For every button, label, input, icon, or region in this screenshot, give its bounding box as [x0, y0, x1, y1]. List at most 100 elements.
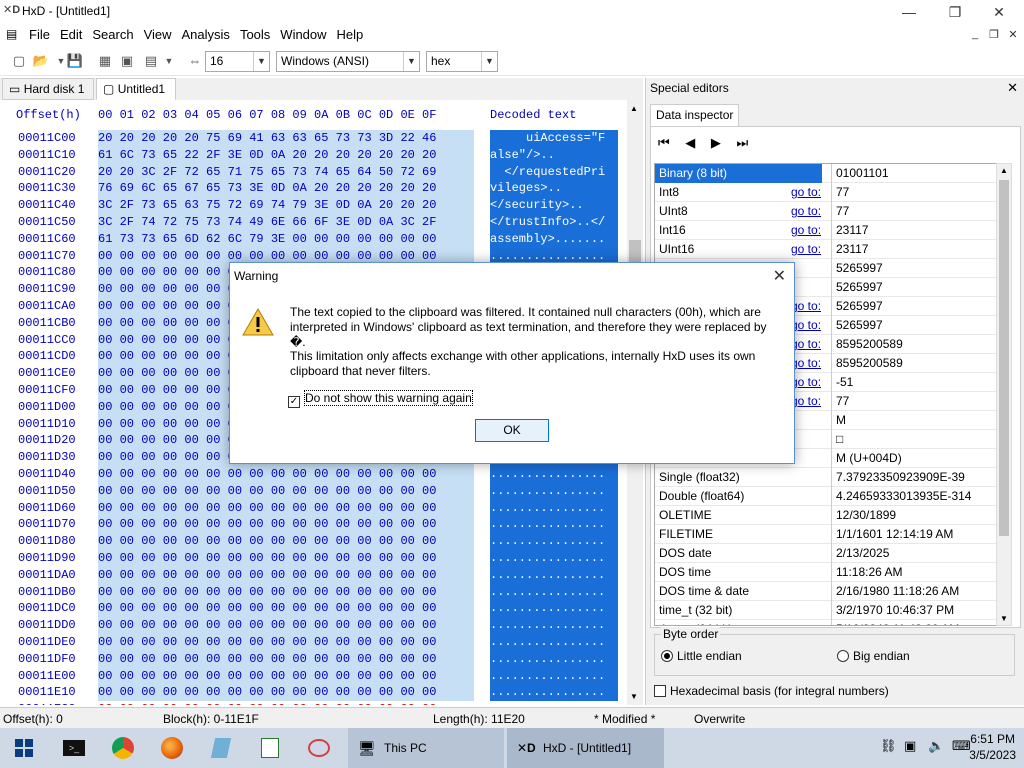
hex-row[interactable]: 00 00 00 00 00 00 00 00 00 00 00 00 00 0… — [98, 533, 436, 550]
decoded-row[interactable]: vileges>.. — [490, 180, 605, 197]
properties-icon[interactable]: ▣ — [118, 52, 136, 70]
inspector-value[interactable]: □ — [831, 430, 843, 449]
windows-start-icon[interactable] — [0, 728, 48, 768]
scroll-down-icon[interactable]: ▼ — [1000, 614, 1008, 623]
mdi-close-icon[interactable]: ✕ — [1004, 28, 1022, 41]
menu-search[interactable]: Search — [87, 24, 138, 45]
scroll-up-icon[interactable]: ▲ — [630, 104, 638, 113]
inspector-value[interactable]: 8595200589 — [831, 335, 903, 354]
menu-view[interactable]: View — [139, 24, 177, 45]
inspector-value[interactable]: 8595200589 — [831, 354, 903, 373]
export-dropdown-icon[interactable]: ▼ — [160, 52, 178, 70]
close-button[interactable]: ✕ — [976, 0, 1022, 24]
inspector-value[interactable]: 12/30/1899 — [831, 506, 896, 525]
menu-window[interactable]: Window — [275, 24, 331, 45]
hex-row[interactable]: 00 00 00 00 00 00 00 00 00 00 00 00 00 0… — [98, 701, 436, 705]
inspector-value[interactable]: 23117 — [831, 221, 868, 240]
goto-link[interactable]: go to: — [791, 297, 821, 316]
decoded-row[interactable]: </trustInfo>..</ — [490, 214, 605, 231]
inspector-row[interactable]: time_t (32 bit) 3/2/1970 10:46:37 PM — [655, 601, 1003, 620]
terminal-icon[interactable]: >_ — [50, 728, 98, 768]
bytes-per-row-select[interactable]: 16 ▼ — [205, 51, 270, 72]
inspector-value[interactable]: 11:18:26 AM — [831, 563, 903, 582]
keyboard-icon[interactable]: ⌨ — [952, 738, 971, 754]
print-icon[interactable]: ▦ — [96, 52, 114, 70]
inspector-value[interactable]: 5265997 — [831, 297, 883, 316]
new-file-icon[interactable]: ▢ — [10, 52, 28, 70]
mdi-restore-icon[interactable]: ❐ — [985, 28, 1003, 41]
hex-row[interactable]: 00 00 00 00 00 00 00 00 00 00 00 00 00 0… — [98, 600, 436, 617]
hex-row[interactable]: 00 00 00 00 00 00 00 00 00 00 00 00 00 0… — [98, 483, 436, 500]
decoded-row[interactable]: ................ — [490, 684, 605, 701]
clock[interactable]: 6:51 PM 3/5/2023 — [969, 731, 1016, 763]
base-select[interactable]: hex ▼ — [426, 51, 498, 72]
chrome-icon[interactable] — [99, 728, 147, 768]
goto-link[interactable]: go to: — [791, 202, 821, 221]
decoded-row[interactable]: ................ — [490, 500, 605, 517]
decoded-row[interactable]: ................ — [490, 516, 605, 533]
panel-close-icon[interactable]: ✕ — [1007, 80, 1018, 96]
inspector-value[interactable]: 77 — [831, 392, 849, 411]
little-endian-radio[interactable]: Little endian — [661, 649, 742, 663]
inspector-row[interactable]: time_t (64 bit) 5/16/2242 11:42:00 AM — [655, 620, 1003, 625]
decoded-row[interactable]: ................ — [490, 617, 605, 634]
inspector-row[interactable]: Int16 go to: 23117 — [655, 221, 1003, 240]
dont-show-checkbox[interactable]: ✓ Do not show this warning again — [288, 390, 473, 408]
inspector-row[interactable]: DOS date 2/13/2025 — [655, 544, 1003, 563]
hex-row[interactable]: 20 20 20 20 20 75 69 41 63 63 65 73 73 3… — [98, 130, 436, 147]
hex-row[interactable]: 00 00 00 00 00 00 00 00 00 00 00 00 00 0… — [98, 617, 436, 634]
hex-row[interactable]: 3C 2F 73 65 63 75 72 69 74 79 3E 0D 0A 2… — [98, 197, 436, 214]
goto-link[interactable]: go to: — [791, 354, 821, 373]
hex-row[interactable]: 61 73 73 65 6D 62 6C 79 3E 00 00 00 00 0… — [98, 231, 436, 248]
firefox-icon[interactable] — [148, 728, 196, 768]
inspector-row[interactable]: UInt16 go to: 23117 — [655, 240, 1003, 259]
maximize-button[interactable]: ❐ — [932, 0, 978, 24]
inspector-value[interactable]: 77 — [831, 202, 849, 221]
inspector-value[interactable]: 3/2/1970 10:46:37 PM — [831, 601, 954, 620]
hex-row[interactable]: 00 00 00 00 00 00 00 00 00 00 00 00 00 0… — [98, 550, 436, 567]
hex-basis-checkbox[interactable]: Hexadecimal basis (for integral numbers) — [654, 684, 889, 698]
hex-row[interactable]: 61 6C 73 65 22 2F 3E 0D 0A 20 20 20 20 2… — [98, 147, 436, 164]
decoded-row[interactable]: ................ — [490, 550, 605, 567]
volume-icon[interactable]: 🔈 — [928, 738, 944, 754]
dialog-close-button[interactable]: ✕ — [773, 266, 786, 286]
decoded-row[interactable]: ................ — [490, 651, 605, 668]
inspector-value[interactable]: M — [831, 411, 846, 430]
inspector-value[interactable]: 5265997 — [831, 316, 883, 335]
menu-edit[interactable]: Edit — [55, 24, 87, 45]
hex-row[interactable]: 00 00 00 00 00 00 00 00 00 00 00 00 00 0… — [98, 567, 436, 584]
inspector-scrollbar[interactable]: ▲ ▼ — [996, 163, 1012, 626]
paint-icon[interactable] — [295, 728, 343, 768]
decoded-row[interactable]: ................ — [490, 466, 605, 483]
decoded-row[interactable]: ................ — [490, 567, 605, 584]
menu-tools[interactable]: Tools — [235, 24, 275, 45]
goto-link[interactable]: go to: — [791, 335, 821, 354]
inspector-value[interactable]: M (U+004D) — [831, 449, 902, 468]
hex-row[interactable]: 76 69 6C 65 67 65 73 3E 0D 0A 20 20 20 2… — [98, 180, 436, 197]
inspector-row[interactable]: UInt8 go to: 77 — [655, 202, 1003, 221]
hex-row[interactable]: 3C 2F 74 72 75 73 74 49 6E 66 6F 3E 0D 0… — [98, 214, 436, 231]
open-folder-icon[interactable]: 📂 — [32, 52, 50, 70]
hex-row[interactable]: 00 00 00 00 00 00 00 00 00 00 00 00 00 0… — [98, 500, 436, 517]
inspector-row[interactable]: Binary (8 bit) 01001101 — [655, 164, 1003, 183]
decoded-row[interactable]: alse"/>.. — [490, 147, 605, 164]
hex-row[interactable]: 00 00 00 00 00 00 00 00 00 00 00 00 00 0… — [98, 634, 436, 651]
hex-row[interactable]: 00 00 00 00 00 00 00 00 00 00 00 00 00 0… — [98, 684, 436, 701]
decoded-row[interactable]: </security>.. — [490, 197, 605, 214]
inspector-row[interactable]: Int8 go to: 77 — [655, 183, 1003, 202]
inspector-nav-buttons[interactable]: ⏮ ◀ ▶ ⏭ — [658, 135, 754, 151]
decoded-row[interactable]: ................ — [490, 584, 605, 601]
export-icon[interactable]: ▤ — [142, 52, 160, 70]
decoded-row[interactable]: ................ — [490, 701, 605, 705]
inspector-row[interactable]: DOS time & date 2/16/1980 11:18:26 AM — [655, 582, 1003, 601]
minimize-button[interactable]: — — [886, 0, 932, 24]
inspector-value[interactable]: 7.37923350923909E-39 — [831, 468, 965, 487]
spreadsheet-icon[interactable] — [246, 728, 294, 768]
decoded-row[interactable]: ................ — [490, 668, 605, 685]
hex-row[interactable]: 00 00 00 00 00 00 00 00 00 00 00 00 00 0… — [98, 516, 436, 533]
decoded-row[interactable]: ................ — [490, 533, 605, 550]
inspector-value[interactable]: -51 — [831, 373, 853, 392]
hex-row[interactable]: 00 00 00 00 00 00 00 00 00 00 00 00 00 0… — [98, 668, 436, 685]
decoded-row[interactable]: assembly>....... — [490, 231, 605, 248]
inspector-value[interactable]: 2/16/1980 11:18:26 AM — [831, 582, 959, 601]
